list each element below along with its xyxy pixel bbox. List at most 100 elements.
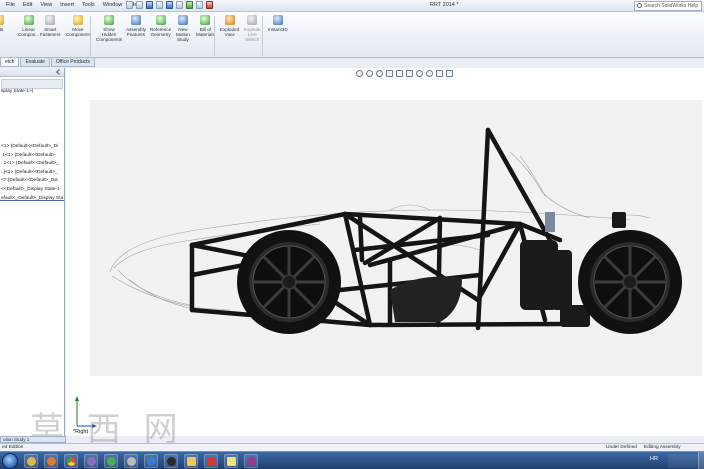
tree-item[interactable]: ..1<1> (Default<<Default>_: [0, 160, 63, 169]
view-orientation-icon[interactable]: [396, 70, 403, 77]
explorer-icon[interactable]: [24, 454, 38, 468]
search-icon: [637, 3, 642, 8]
instant3d-button[interactable]: Instant3D: [268, 15, 288, 32]
display-style-icon[interactable]: [406, 70, 413, 77]
folder-icon[interactable]: [184, 454, 198, 468]
edit-appearance-icon[interactable]: [426, 70, 433, 77]
chrome-icon[interactable]: [64, 454, 78, 468]
save-icon[interactable]: [146, 1, 153, 9]
show-hidden-button[interactable]: Show Hidden Components: [96, 15, 122, 42]
tree-item[interactable]: efault<_Default>_Display Sta: [0, 195, 63, 204]
menu-insert[interactable]: Insert: [60, 1, 74, 10]
view-orientation-label: *Right: [73, 429, 88, 435]
bill-of-materials-icon: [200, 15, 211, 25]
system-clock[interactable]: [668, 454, 698, 468]
reference-geometry-button[interactable]: Reference Geometry: [150, 15, 171, 37]
archive-icon[interactable]: [244, 454, 258, 468]
solidworks-icon[interactable]: [204, 454, 218, 468]
new-icon[interactable]: [126, 1, 133, 9]
model-viewport[interactable]: [90, 100, 702, 376]
search-placeholder: Search SolidWorks Help: [644, 3, 699, 9]
new-motion-study-button[interactable]: New Motion Study: [176, 15, 190, 42]
new-motion-study-icon: [177, 15, 188, 25]
browser-icon[interactable]: [144, 454, 158, 468]
open-icon[interactable]: [136, 1, 143, 9]
tree-item[interactable]: ..]<1> (Default<<Default>_: [0, 169, 63, 178]
status-bar: ed Edition Under Defined Editing Assembl…: [0, 443, 704, 451]
command-tabs: etch Evaluate Office Products: [0, 58, 96, 67]
previous-view-icon[interactable]: [376, 70, 383, 77]
bill-of-materials-button[interactable]: Bill of Materials: [196, 15, 215, 37]
zoom-to-area-icon[interactable]: [366, 70, 373, 77]
tree-item[interactable]: .1<1> (Default<<Default>: [0, 152, 63, 161]
tree-component-list: <1> (Default<<Default>_Di .1<1> (Default<…: [0, 143, 63, 203]
ribbon-label: ents: [0, 27, 4, 32]
move-component-icon: [72, 15, 83, 25]
exploded-view-button[interactable]: Exploded View: [220, 15, 239, 37]
coordinate-triad-icon: [75, 396, 97, 428]
illustrator-icon[interactable]: [164, 454, 178, 468]
language-indicator[interactable]: HR: [650, 456, 658, 462]
tree-display-state[interactable]: splay State-1>): [0, 88, 33, 97]
ribbon-label: Bill of Materials: [196, 27, 215, 37]
ribbon-separator: [90, 16, 91, 56]
undo-icon[interactable]: [166, 1, 173, 9]
ribbon-label: Explode Line Sketch: [244, 27, 261, 42]
tab-office-products[interactable]: Office Products: [50, 58, 96, 67]
smart-fasteners-button[interactable]: Smart Fasteners: [40, 15, 60, 37]
panel-divider[interactable]: [0, 200, 64, 201]
search-input[interactable]: Search SolidWorks Help: [634, 1, 702, 11]
explode-line-button[interactable]: Explode Line Sketch: [244, 15, 261, 42]
graphics-area[interactable]: *Right: [66, 68, 704, 436]
assembly-features-button[interactable]: Assembly Features: [126, 15, 146, 37]
reference-geometry-icon: [155, 15, 166, 25]
solidworks-window: FileEditViewInsertToolsWindowHelp RRT 20…: [0, 0, 704, 469]
file-properties-icon[interactable]: [196, 1, 203, 9]
assembly-features-icon: [130, 15, 141, 25]
tree-item[interactable]: <<Default>_Display State-1: [0, 186, 63, 195]
smart-fasteners-icon: [45, 15, 56, 25]
menu-tools[interactable]: Tools: [82, 1, 95, 10]
editing-mode-status: Editing Assembly: [644, 445, 681, 450]
ribbon-separator: [214, 16, 215, 56]
ribbon-separator: [262, 16, 263, 56]
ribbon-label: Instant3D: [268, 27, 288, 32]
definition-status: Under Defined: [606, 445, 637, 450]
select-icon[interactable]: [176, 1, 183, 9]
show-hidden-icon: [104, 15, 115, 25]
move-component-button[interactable]: Move Component: [66, 15, 90, 37]
chevron-icon[interactable]: [56, 69, 62, 75]
show-desktop-button[interactable]: [698, 452, 704, 469]
utility-icon[interactable]: [104, 454, 118, 468]
start-button[interactable]: [2, 453, 18, 469]
tab-etch[interactable]: etch: [0, 58, 20, 67]
tree-item[interactable]: <1> (Default<<Default>_Di: [0, 143, 63, 152]
motion-study-tab[interactable]: otion Study 1: [0, 436, 66, 443]
apply-scene-icon[interactable]: [436, 70, 443, 77]
print-icon[interactable]: [156, 1, 163, 9]
menu-view[interactable]: View: [40, 1, 52, 10]
ribbon-label: Linear Compon...: [18, 27, 40, 37]
hide-show-items-icon[interactable]: [416, 70, 423, 77]
panel-toolbar: [0, 68, 64, 77]
view-settings-icon[interactable]: [446, 70, 453, 77]
exploded-view-icon: [224, 15, 235, 25]
zoom-to-fit-icon[interactable]: [356, 70, 363, 77]
section-view-icon[interactable]: [386, 70, 393, 77]
linear-pattern-icon: [23, 15, 34, 25]
tree-item[interactable]: <7 (Default<<Default>_Dis: [0, 177, 63, 186]
app-icon[interactable]: [84, 454, 98, 468]
menu-file[interactable]: File: [6, 1, 15, 10]
insert-components-button[interactable]: ents: [0, 15, 4, 32]
linear-pattern-button[interactable]: Linear Compon...: [18, 15, 39, 37]
options-icon[interactable]: [206, 1, 213, 9]
media-player-icon[interactable]: [44, 454, 58, 468]
tools-icon[interactable]: [124, 454, 138, 468]
document-title: RRT 2014 *: [430, 2, 459, 8]
rebuild-icon[interactable]: [186, 1, 193, 9]
menu-edit[interactable]: Edit: [23, 1, 32, 10]
tab-evaluate[interactable]: Evaluate: [20, 58, 50, 67]
insert-components-icon: [0, 15, 4, 25]
notes-icon[interactable]: [224, 454, 238, 468]
menu-window[interactable]: Window: [103, 1, 123, 10]
